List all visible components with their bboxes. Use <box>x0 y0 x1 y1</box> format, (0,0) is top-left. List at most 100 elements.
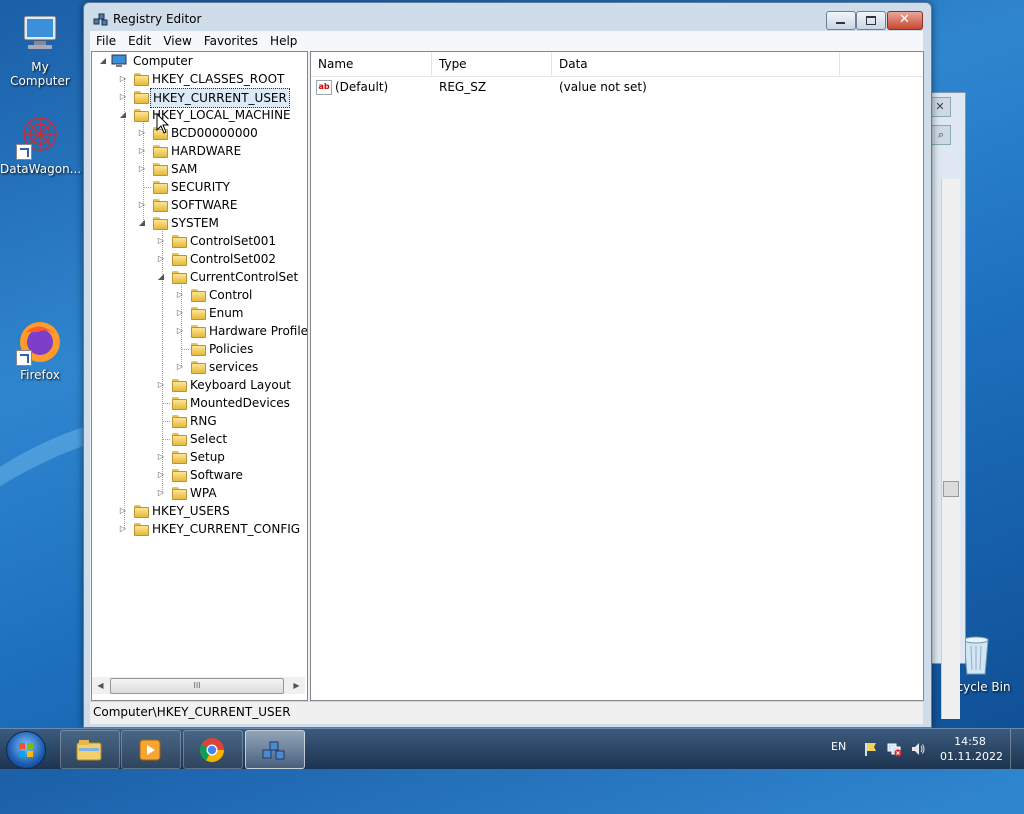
tree-item-system-software[interactable]: ▷ Software <box>92 466 305 484</box>
collapse-icon[interactable]: ◢ <box>156 268 166 286</box>
tree-item-hkey-classes-root[interactable]: ▷ HKEY_CLASSES_ROOT <box>92 70 305 88</box>
folder-icon <box>153 181 168 194</box>
status-path: Computer\HKEY_CURRENT_USER <box>93 705 291 719</box>
maximize-button[interactable] <box>856 11 886 30</box>
expand-icon[interactable]: ▷ <box>156 466 166 484</box>
menu-edit[interactable]: Edit <box>122 31 157 51</box>
collapse-icon[interactable]: ◢ <box>98 52 108 70</box>
computer-icon <box>16 10 64 58</box>
close-icon[interactable]: ✕ <box>929 97 951 117</box>
action-center-flag-icon[interactable] <box>862 741 878 757</box>
taskbar-chrome[interactable] <box>183 730 243 769</box>
expand-icon[interactable]: ▷ <box>175 322 185 340</box>
menu-file[interactable]: File <box>90 31 122 51</box>
folder-icon <box>172 469 187 482</box>
tree-item-services[interactable]: ▷ services <box>92 358 305 376</box>
language-indicator[interactable]: EN <box>831 740 846 753</box>
scroll-left-icon[interactable]: ◀ <box>92 677 109 694</box>
tree-item-hardware[interactable]: ▷ HARDWARE <box>92 142 305 160</box>
tree-item-software[interactable]: ▷ SOFTWARE <box>92 196 305 214</box>
taskbar-media-player[interactable] <box>121 730 181 769</box>
tree-item-rng[interactable]: RNG <box>92 412 305 430</box>
folder-icon <box>172 235 187 248</box>
key-tree[interactable]: ◢ Computer ▷ HKEY_CLASSES_ROOT ▷ HKEY_CU… <box>91 51 308 701</box>
close-button[interactable]: ✕ <box>887 11 923 30</box>
tree-item-bcd[interactable]: ▷ BCD00000000 <box>92 124 305 142</box>
vertical-scrollbar[interactable] <box>941 179 960 719</box>
tree-item-select[interactable]: Select <box>92 430 305 448</box>
tree-item-hkey-users[interactable]: ▷ HKEY_USERS <box>92 502 305 520</box>
tree-item-system[interactable]: ◢ SYSTEM <box>92 214 305 232</box>
expand-icon[interactable]: ▷ <box>175 304 185 322</box>
title-bar[interactable]: Registry Editor ✕ <box>84 3 931 33</box>
windows-logo-icon <box>19 743 33 757</box>
scrollbar-thumb[interactable] <box>943 481 959 497</box>
expand-icon[interactable]: ▷ <box>156 484 166 502</box>
tree-item-security[interactable]: SECURITY <box>92 178 305 196</box>
search-icon[interactable]: ⌕ <box>931 125 951 145</box>
tree-item-enum[interactable]: ▷ Enum <box>92 304 305 322</box>
desktop-icon-my-computer[interactable]: My Computer <box>0 10 80 88</box>
list-item[interactable]: ab (Default) REG_SZ (value not set) <box>311 78 923 96</box>
taskbar-registry-editor[interactable] <box>245 730 305 769</box>
tree-line <box>143 187 151 188</box>
tree-item-setup[interactable]: ▷ Setup <box>92 448 305 466</box>
start-button[interactable] <box>6 731 46 769</box>
tree-item-mounteddevices[interactable]: MountedDevices <box>92 394 305 412</box>
tray-clock[interactable]: 14:58 01.11.2022 <box>940 734 1003 764</box>
tree-item-control[interactable]: ▷ Control <box>92 286 305 304</box>
expand-icon[interactable]: ▷ <box>156 250 166 268</box>
tree-item-policies[interactable]: Policies <box>92 340 305 358</box>
expand-icon[interactable]: ▷ <box>156 376 166 394</box>
taskbar: EN 14:58 01.11.2022 <box>0 728 1024 769</box>
scroll-right-icon[interactable]: ▶ <box>288 677 305 694</box>
expand-icon[interactable]: ▷ <box>175 358 185 376</box>
tree-item-sam[interactable]: ▷ SAM <box>92 160 305 178</box>
tree-item-keyboard-layout[interactable]: ▷ Keyboard Layout <box>92 376 305 394</box>
tree-item-controlset002[interactable]: ▷ ControlSet002 <box>92 250 305 268</box>
expand-icon[interactable]: ▷ <box>137 160 147 178</box>
tree-item-currentcontrolset[interactable]: ◢ CurrentControlSet <box>92 268 305 286</box>
tree-line <box>162 439 170 440</box>
expand-icon[interactable]: ▷ <box>118 70 128 88</box>
menu-view[interactable]: View <box>157 31 197 51</box>
desktop-icon-datawagon[interactable]: DataWagon... <box>0 112 81 176</box>
minimize-button[interactable] <box>826 11 856 30</box>
expand-icon[interactable]: ▷ <box>118 520 128 538</box>
scrollbar-thumb[interactable]: III <box>110 678 284 694</box>
show-desktop-button[interactable] <box>1010 729 1024 769</box>
tree-item-controlset001[interactable]: ▷ ControlSet001 <box>92 232 305 250</box>
expand-icon[interactable]: ▷ <box>156 232 166 250</box>
tree-item-hardware-profiles[interactable]: ▷ Hardware Profiles <box>92 322 307 340</box>
menu-help[interactable]: Help <box>264 31 303 51</box>
collapse-icon[interactable]: ◢ <box>118 106 128 124</box>
taskbar-explorer[interactable] <box>60 730 120 769</box>
expand-icon[interactable]: ▷ <box>118 502 128 520</box>
tree-item-hkey-current-user[interactable]: ▷ HKEY_CURRENT_USER <box>92 88 305 108</box>
column-type[interactable]: Type <box>432 52 552 76</box>
column-name[interactable]: Name <box>311 52 432 76</box>
folder-icon <box>172 451 187 464</box>
tree-line <box>162 403 170 404</box>
expand-icon[interactable]: ▷ <box>137 142 147 160</box>
expand-icon[interactable]: ▷ <box>175 286 185 304</box>
tree-item-hkey-current-config[interactable]: ▷ HKEY_CURRENT_CONFIG <box>92 520 305 538</box>
column-data[interactable]: Data <box>552 52 840 76</box>
tree-item-hkey-local-machine[interactable]: ◢ HKEY_LOCAL_MACHINE <box>92 106 305 124</box>
tree-item-computer[interactable]: ◢ Computer <box>92 52 305 70</box>
tree-item-wpa[interactable]: ▷ WPA <box>92 484 305 502</box>
clock-date: 01.11.2022 <box>940 750 1003 763</box>
expand-icon[interactable]: ▷ <box>156 448 166 466</box>
volume-icon[interactable] <box>910 741 926 757</box>
expand-icon[interactable]: ▷ <box>118 88 128 106</box>
network-icon[interactable] <box>886 741 902 757</box>
values-list[interactable]: Name Type Data ab (Default) REG_SZ (valu… <box>310 51 924 701</box>
folder-icon <box>172 433 187 446</box>
menu-favorites[interactable]: Favorites <box>198 31 264 51</box>
expand-icon[interactable]: ▷ <box>137 196 147 214</box>
tree-horizontal-scrollbar[interactable]: ◀ III ▶ <box>92 677 305 694</box>
folder-icon <box>191 361 206 374</box>
collapse-icon[interactable]: ◢ <box>137 214 147 232</box>
expand-icon[interactable]: ▷ <box>137 124 147 142</box>
desktop-icon-firefox[interactable]: Firefox <box>0 318 80 382</box>
